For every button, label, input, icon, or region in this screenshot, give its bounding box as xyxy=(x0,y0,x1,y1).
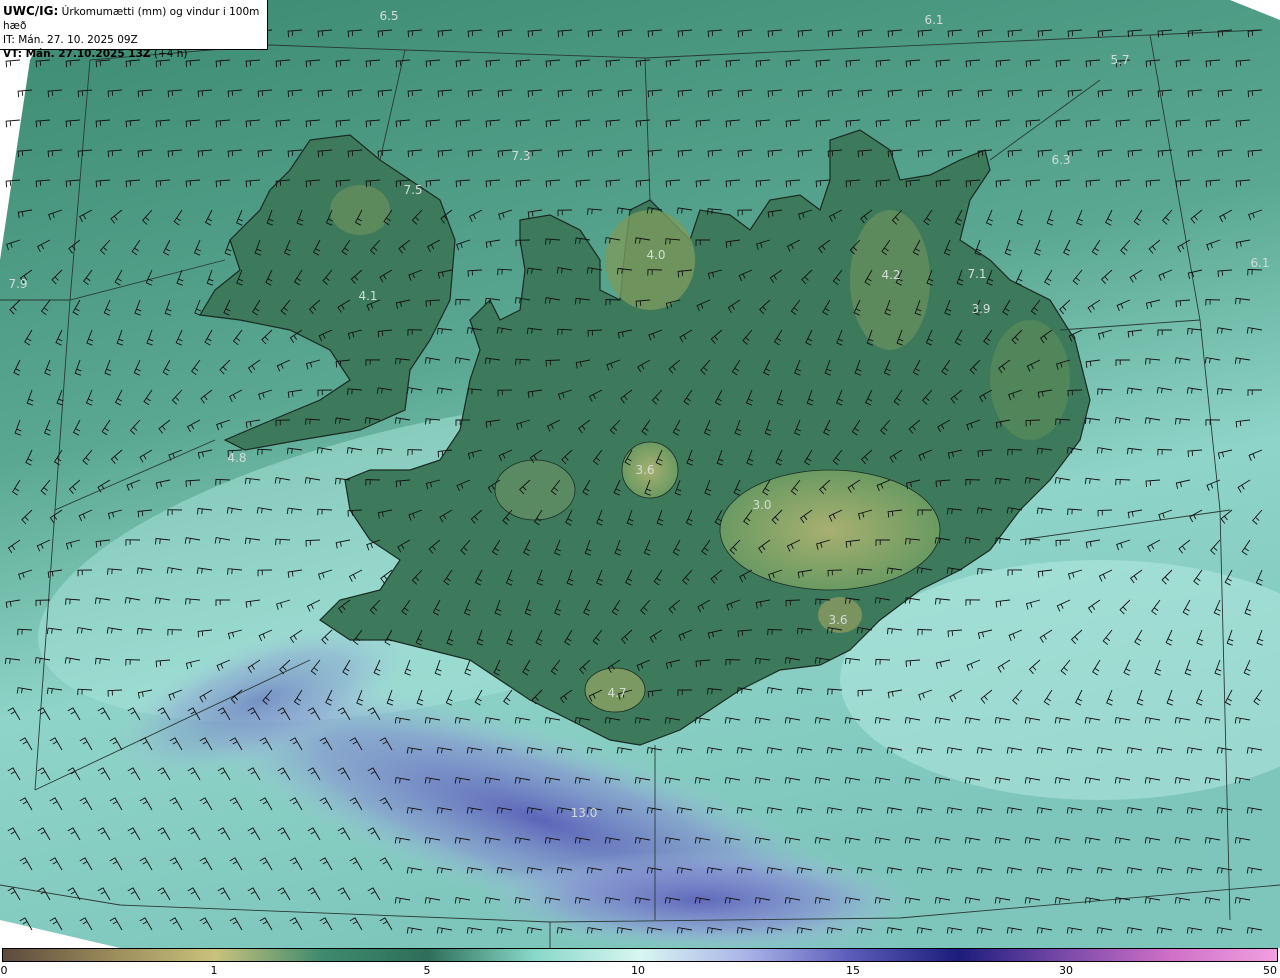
map-value-label: 4.2 xyxy=(881,268,901,282)
map-value-label: 3.6 xyxy=(635,463,655,477)
map-value-label: 4.8 xyxy=(227,451,247,465)
map-value-label: 3.6 xyxy=(828,613,848,627)
map-value-label: 6.1 xyxy=(1250,256,1270,270)
map-value-label: 7.5 xyxy=(403,183,423,197)
map-value-label: 4.0 xyxy=(646,248,666,262)
map-value-label: 4.7 xyxy=(607,686,627,700)
map-value-label: 6.5 xyxy=(379,9,399,23)
map-value-label: 3.9 xyxy=(971,302,991,316)
map-value-label: 4.1 xyxy=(358,289,378,303)
map-header: UWC/IG: Úrkomumætti (mm) og vindur i 100… xyxy=(0,0,268,60)
map-value-label: 7.3 xyxy=(511,149,531,163)
header-title-line: UWC/IG: Úrkomumætti (mm) og vindur i 100… xyxy=(3,4,267,33)
map-value-label: 7.1 xyxy=(967,267,987,281)
colorbar-gradient xyxy=(2,948,1278,962)
colorbar: 0 1 5 10 15 30 50 xyxy=(0,948,1280,978)
colorbar-tick: 5 xyxy=(423,964,431,977)
model-code: UWC/IG: xyxy=(3,4,59,18)
map-value-label: 6.3 xyxy=(1051,153,1071,167)
colorbar-tick: 10 xyxy=(631,964,645,977)
map-value-label: 7.9 xyxy=(8,277,28,291)
valid-time: VT: Mán. 27.10.2025 13Z xyxy=(3,48,151,60)
map-value-label: 13.0 xyxy=(570,806,598,820)
colorbar-tick: 0 xyxy=(0,964,8,977)
map-value-label: 6.1 xyxy=(924,13,944,27)
map-value-label: 5.7 xyxy=(1110,53,1130,67)
map-value-label: 3.0 xyxy=(752,498,772,512)
vatnajokull xyxy=(719,469,941,591)
lead-time: (+4 h) xyxy=(150,48,188,60)
colorbar-tick: 15 xyxy=(846,964,860,977)
colorbar-tick: 30 xyxy=(1059,964,1073,977)
init-time: IT: Mán. 27. 10. 2025 09Z xyxy=(3,34,138,46)
colorbar-tick: 50 xyxy=(1263,964,1277,977)
colorbar-tick: 1 xyxy=(210,964,218,977)
